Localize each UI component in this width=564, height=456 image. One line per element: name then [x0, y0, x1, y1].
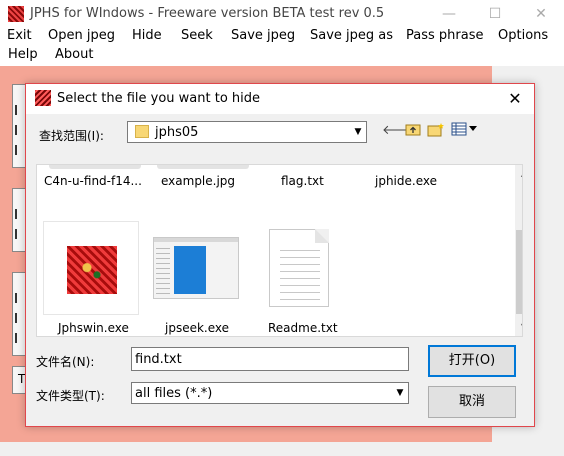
scroll-up-icon[interactable]: ▲	[515, 165, 522, 182]
close-button[interactable]: ✕	[518, 0, 564, 28]
file-item-jphide-exe[interactable]: jphide.exe	[375, 174, 437, 188]
menu-about[interactable]: About	[55, 47, 93, 62]
thumbnail-edge	[157, 165, 249, 169]
menu-help[interactable]: Help	[8, 47, 38, 62]
open-button[interactable]: 打开(O)	[428, 345, 516, 377]
folder-icon	[135, 125, 149, 138]
file-name-input[interactable]	[131, 347, 409, 371]
scroll-down-icon[interactable]: ▼	[515, 318, 522, 335]
file-type-dropdown[interactable]: all files (*.*) ▼	[131, 382, 409, 404]
chevron-down-icon[interactable]: ▼	[392, 383, 408, 403]
main-titlebar: JPHS for WIndows - Freeware version BETA…	[0, 0, 564, 28]
vertical-scrollbar[interactable]: ▲ ▼	[515, 165, 522, 336]
file-list-view[interactable]: C4n-u-find-f14... example.jpg flag.txt j…	[36, 164, 523, 337]
chevron-down-icon[interactable]: ▼	[350, 122, 366, 142]
menu-open-jpeg[interactable]: Open jpeg	[48, 28, 115, 43]
file-item-c4n-u-find[interactable]: C4n-u-find-f14...	[44, 174, 142, 188]
menu-seek[interactable]: Seek	[181, 28, 213, 43]
text-document-icon[interactable]	[269, 229, 329, 307]
look-in-label: 查找范围(I):	[39, 129, 104, 143]
file-type-value: all files (*.*)	[135, 386, 213, 401]
main-window-title: JPHS for WIndows - Freeware version BETA…	[30, 6, 385, 21]
file-type-label: 文件类型(T):	[36, 389, 105, 403]
jphswin-thumbnail[interactable]	[43, 221, 139, 315]
file-item-jpseek-exe[interactable]: jpseek.exe	[165, 321, 229, 335]
file-item-example-jpg[interactable]: example.jpg	[161, 174, 235, 188]
menu-hide[interactable]: Hide	[132, 28, 162, 43]
open-file-dialog: Select the file you want to hide ✕ 查找范围(…	[25, 83, 535, 427]
menu-exit[interactable]: Exit	[7, 28, 32, 43]
view-menu-icon[interactable]	[451, 122, 479, 140]
up-folder-icon[interactable]	[404, 122, 422, 140]
look-in-value: jphs05	[155, 125, 199, 140]
dialog-titlebar: Select the file you want to hide ✕	[26, 84, 534, 114]
new-folder-icon[interactable]	[427, 122, 445, 140]
menu-save-jpeg-as[interactable]: Save jpeg as	[310, 28, 393, 43]
dialog-title: Select the file you want to hide	[57, 91, 261, 106]
dialog-close-button[interactable]: ✕	[502, 86, 528, 112]
back-icon[interactable]: 🡐	[382, 122, 417, 140]
menu-options[interactable]: Options	[498, 28, 548, 43]
scrollbar-thumb[interactable]	[516, 230, 522, 314]
maximize-button[interactable]: ☐	[472, 0, 518, 28]
file-item-readme-txt[interactable]: Readme.txt	[268, 321, 338, 335]
jpseek-thumbnail[interactable]	[153, 237, 239, 299]
app-icon	[8, 6, 24, 22]
file-name-label: 文件名(N):	[36, 355, 95, 369]
look-in-dropdown[interactable]: jphs05 ▼	[127, 121, 367, 143]
file-item-flag-txt[interactable]: flag.txt	[281, 174, 324, 188]
thumbnail-edge	[49, 165, 141, 169]
dialog-app-icon	[35, 90, 51, 106]
file-item-jphswin-exe[interactable]: Jphswin.exe	[58, 321, 129, 335]
menu-bar: Exit Open jpeg Hide Seek Save jpeg Save …	[0, 28, 564, 66]
menu-save-jpeg[interactable]: Save jpeg	[231, 28, 295, 43]
menu-pass-phrase[interactable]: Pass phrase	[406, 28, 483, 43]
minimize-button[interactable]: —	[426, 0, 472, 28]
cancel-button[interactable]: 取消	[428, 386, 516, 418]
